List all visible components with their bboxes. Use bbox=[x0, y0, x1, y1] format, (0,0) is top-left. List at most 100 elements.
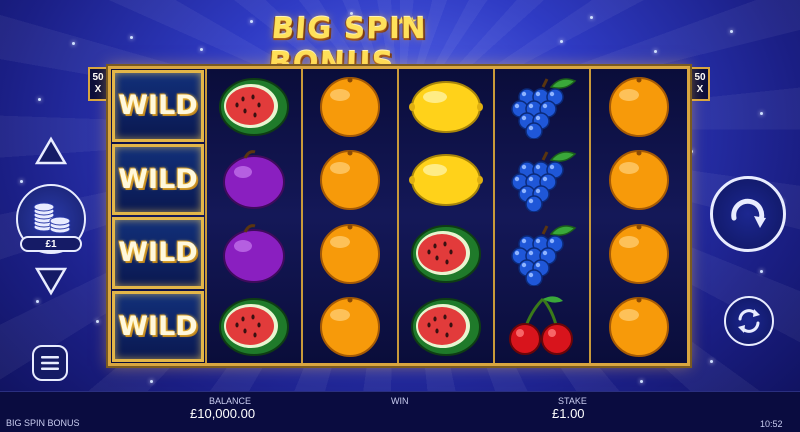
star-sparkle bbox=[760, 270, 763, 273]
star-sparkle bbox=[640, 380, 643, 383]
watermelon-icon bbox=[411, 224, 481, 283]
reel-1: WILD WILD WILD WILD bbox=[111, 69, 207, 363]
balance-label: BALANCE bbox=[209, 396, 252, 406]
reel-cell-wild: WILD bbox=[112, 290, 204, 362]
orange-icon bbox=[320, 76, 380, 137]
star-sparkle bbox=[654, 50, 657, 53]
orange-icon bbox=[320, 150, 380, 211]
reel-4 bbox=[399, 69, 495, 363]
reel-cell-orange bbox=[303, 216, 397, 290]
star-sparkle bbox=[72, 42, 75, 45]
left-multiplier-x: X bbox=[94, 84, 102, 95]
spin-arrow-icon bbox=[731, 198, 766, 228]
reel-cell-watermelon bbox=[207, 290, 301, 364]
reel-cell-watermelon bbox=[207, 69, 301, 143]
left-multiplier-badge: 50 X bbox=[88, 67, 108, 101]
reel-cell-grapes bbox=[495, 143, 589, 217]
star-sparkle bbox=[590, 16, 593, 19]
game-title-label: BIG SPIN BONUS bbox=[6, 418, 80, 428]
reel-5 bbox=[495, 69, 591, 363]
stake-decrease-button[interactable] bbox=[35, 266, 67, 296]
orange-icon bbox=[608, 150, 669, 211]
star-sparkle bbox=[96, 320, 99, 323]
bottom-status-bar: BIG SPIN BONUS BALANCE £10,000.00 WIN ST… bbox=[0, 391, 800, 432]
reel-cell-plum bbox=[207, 143, 301, 217]
clock: 10:52 bbox=[760, 419, 783, 429]
orange-icon bbox=[320, 297, 380, 358]
star-sparkle bbox=[150, 380, 153, 383]
star-sparkle bbox=[20, 180, 23, 183]
star-sparkle bbox=[38, 98, 41, 101]
reel-2 bbox=[207, 69, 303, 363]
balance-value: £10,000.00 bbox=[190, 406, 256, 421]
right-multiplier-x: X bbox=[696, 84, 704, 95]
reel-cell-orange bbox=[591, 290, 687, 364]
reel-cell-cherries bbox=[495, 290, 589, 364]
stake-value: £1.00 bbox=[552, 406, 585, 421]
left-multiplier-value: 50 bbox=[92, 72, 104, 83]
reel-cell-watermelon bbox=[399, 216, 493, 290]
reel-cell-lemon bbox=[399, 143, 493, 217]
reel-cell-orange bbox=[591, 143, 687, 217]
watermelon-icon bbox=[411, 298, 481, 357]
reel-cell-wild: WILD bbox=[112, 70, 204, 142]
reel-cell-orange bbox=[591, 216, 687, 290]
reel-cell-orange bbox=[303, 69, 397, 143]
reel-3 bbox=[303, 69, 399, 363]
right-multiplier-value: 50 bbox=[694, 72, 706, 83]
reel-cell-wild: WILD bbox=[112, 143, 204, 215]
star-sparkle bbox=[130, 36, 133, 39]
spin-button[interactable] bbox=[710, 176, 786, 252]
orange-icon bbox=[608, 297, 669, 358]
coin-stack-icon bbox=[33, 202, 71, 234]
reel-cell-watermelon bbox=[399, 290, 493, 364]
win-label: WIN bbox=[391, 396, 409, 406]
right-multiplier-badge: 50 X bbox=[690, 67, 710, 101]
grapes-icon bbox=[511, 78, 577, 139]
wild-symbol-text: WILD bbox=[118, 163, 198, 195]
star-sparkle bbox=[710, 360, 713, 363]
star-sparkle bbox=[690, 150, 693, 153]
star-sparkle bbox=[760, 112, 763, 115]
watermelon-icon bbox=[219, 77, 289, 136]
star-sparkle bbox=[200, 48, 203, 51]
menu-button[interactable] bbox=[32, 345, 68, 381]
star-sparkle bbox=[730, 30, 733, 33]
reel-cell-orange bbox=[303, 290, 397, 364]
plum-icon bbox=[223, 223, 285, 283]
reel-grid: WILD WILD WILD WILD bbox=[108, 66, 690, 366]
reel-cell-wild: WILD bbox=[112, 217, 204, 289]
reel-cell-orange bbox=[303, 143, 397, 217]
star-sparkle bbox=[560, 40, 563, 43]
autoplay-cycle-icon bbox=[738, 309, 760, 333]
autoplay-button[interactable] bbox=[724, 296, 774, 346]
orange-icon bbox=[320, 223, 380, 284]
triangle-down-icon bbox=[35, 267, 67, 296]
cherries-icon bbox=[509, 296, 573, 356]
reel-cell-plum bbox=[207, 216, 301, 290]
reel-cell-grapes bbox=[495, 216, 589, 290]
star-sparkle bbox=[250, 20, 253, 23]
stake-value-pill: £1 bbox=[20, 236, 82, 252]
hamburger-menu-icon bbox=[41, 356, 59, 370]
orange-icon bbox=[608, 76, 669, 137]
reel-cell-lemon bbox=[399, 69, 493, 143]
wild-symbol-text: WILD bbox=[118, 90, 198, 122]
reel-cell-grapes bbox=[495, 69, 589, 143]
wild-symbol-text: WILD bbox=[118, 237, 198, 269]
lemon-icon bbox=[409, 80, 483, 133]
reel-6 bbox=[591, 69, 687, 363]
orange-icon bbox=[608, 223, 669, 284]
watermelon-icon bbox=[219, 298, 289, 357]
grapes-icon bbox=[511, 151, 577, 213]
reel-cell-orange bbox=[591, 69, 687, 143]
grapes-icon bbox=[511, 225, 577, 286]
triangle-up-icon bbox=[35, 136, 67, 165]
lemon-icon bbox=[409, 154, 483, 207]
plum-icon bbox=[223, 150, 285, 210]
stake-label: STAKE bbox=[558, 396, 587, 406]
star-sparkle bbox=[36, 300, 39, 303]
stake-increase-button[interactable] bbox=[35, 136, 67, 166]
wild-symbol-text: WILD bbox=[118, 310, 198, 342]
game-logo: ★★ BIG SPIN BONUS bbox=[267, 12, 530, 81]
